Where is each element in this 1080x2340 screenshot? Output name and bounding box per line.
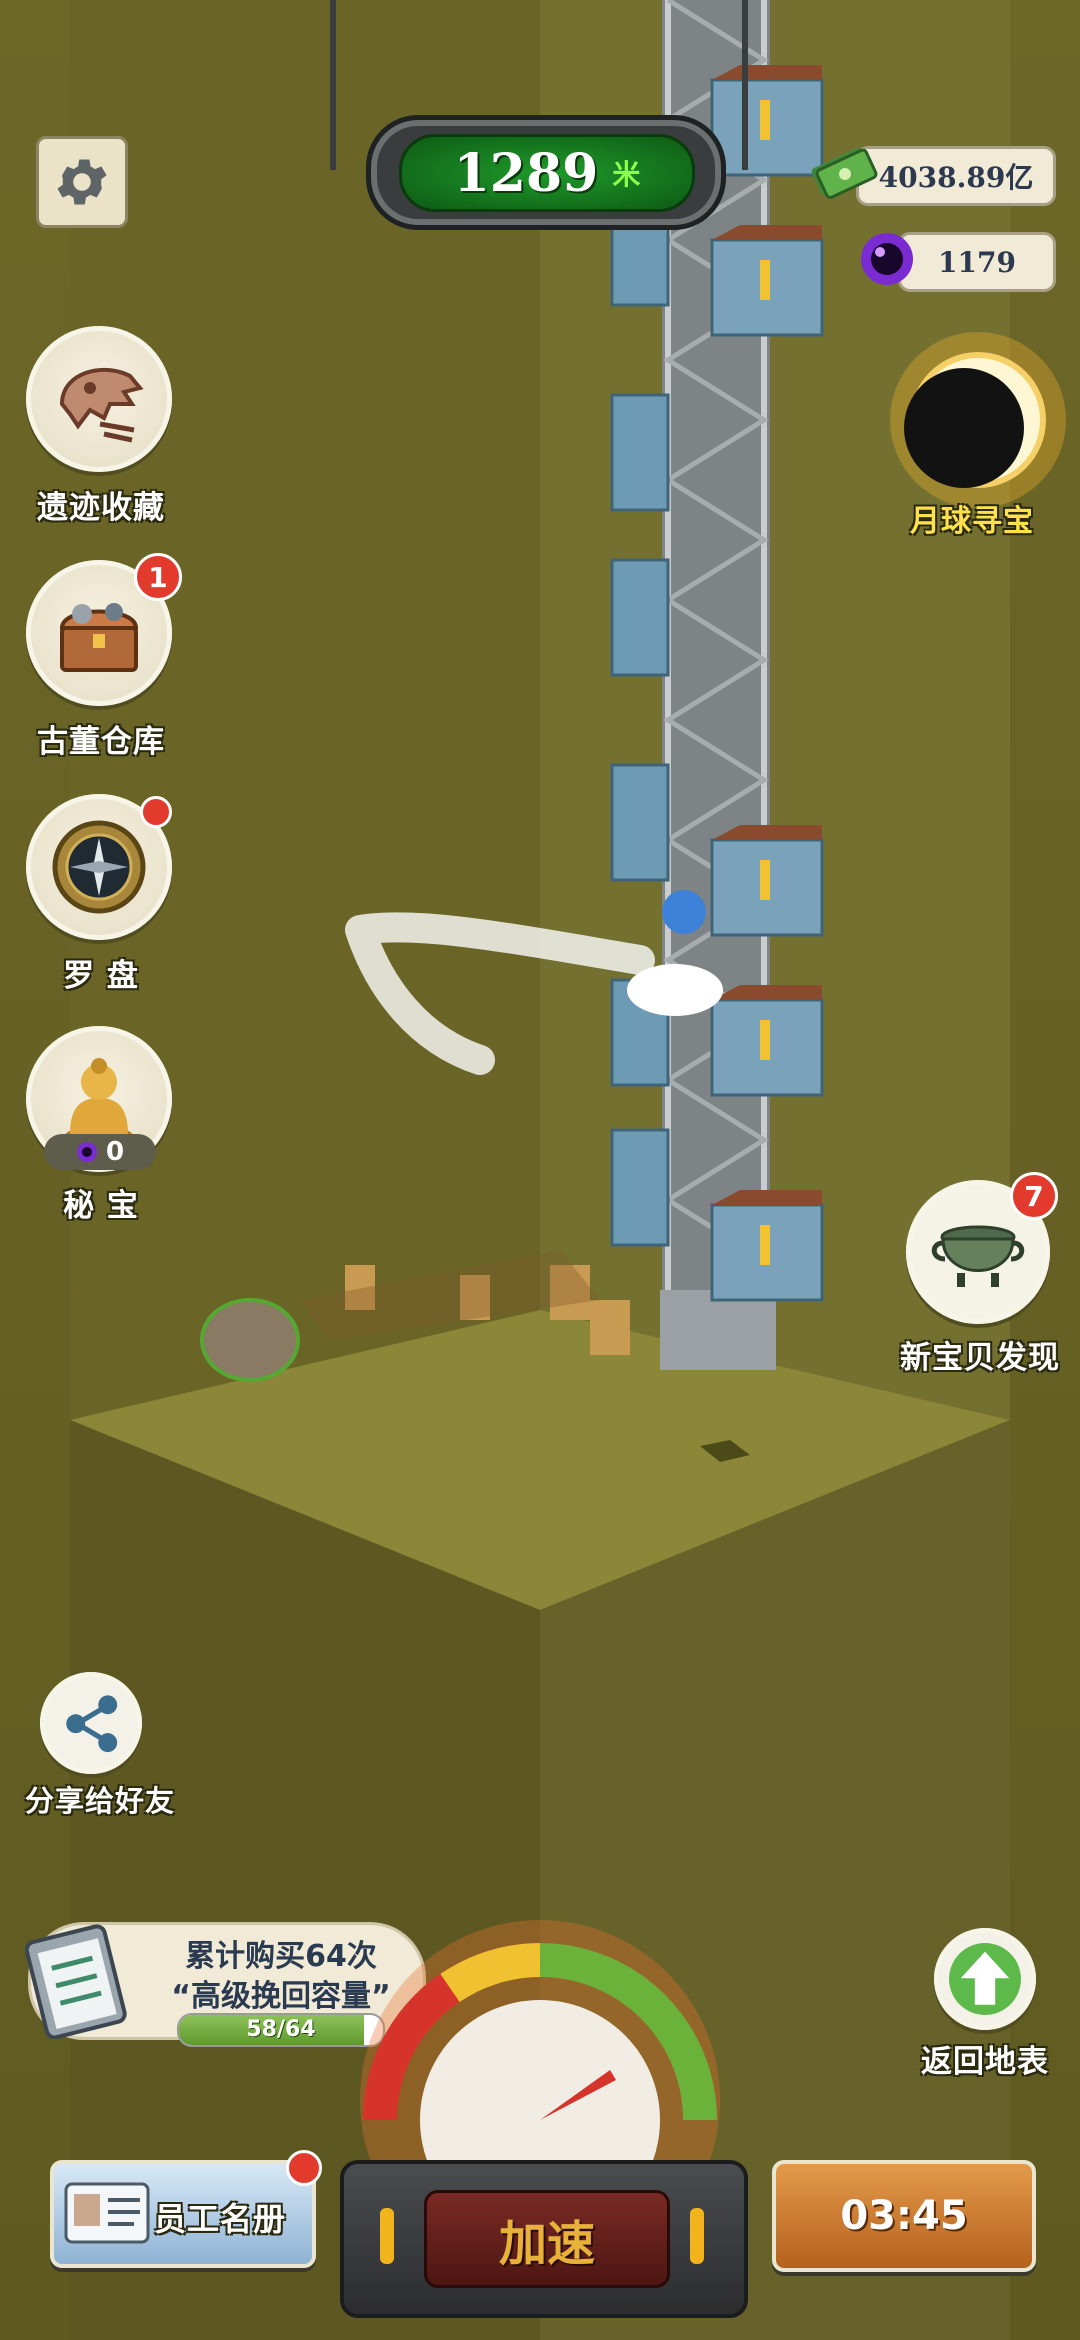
secret-treasure-count-pill: 0 <box>44 1134 156 1170</box>
timer-value: 03:45 <box>840 2193 968 2239</box>
right-warning-light <box>690 2208 704 2264</box>
settings-button[interactable] <box>36 136 128 228</box>
compass-label: 罗 盘 <box>63 958 139 994</box>
staff-roster-label: 员工名册 <box>154 2200 287 2238</box>
return-surface-button[interactable] <box>934 1928 1036 2030</box>
staff-roster-button[interactable]: 员工名册 <box>50 2160 316 2268</box>
dinosaur-fossil-icon <box>59 367 144 443</box>
compass-icon <box>52 820 146 914</box>
dark-orb-icon <box>76 1142 97 1162</box>
arrow-up-icon <box>949 1943 1021 2015</box>
clipboard-icon <box>25 1924 127 2039</box>
share-label: 分享给好友 <box>24 1784 175 1818</box>
speed-up-button[interactable]: 加速 <box>340 2160 748 2318</box>
speed-up-plate: 加速 <box>424 2190 670 2288</box>
eclipse-icon <box>890 332 1066 508</box>
new-treasure-label: 新宝贝发现 <box>900 1340 1060 1376</box>
gem-value: 1179 <box>938 245 1016 279</box>
depth-meter: 1289 米 <box>366 115 726 230</box>
speed-gauge <box>360 1920 720 2200</box>
speed-up-label: 加速 <box>498 2216 595 2272</box>
cash-stack-icon <box>811 148 878 199</box>
dark-orb-icon <box>861 233 913 285</box>
compass-notification-dot <box>140 796 172 828</box>
depth-value: 1289 <box>453 142 599 204</box>
secret-treasure-count: 0 <box>105 1137 125 1167</box>
gear-icon <box>57 159 107 205</box>
left-warning-light <box>380 2208 394 2264</box>
depth-unit: 米 <box>612 158 641 191</box>
return-surface-label: 返回地表 <box>921 2044 1049 2080</box>
secret-treasure-label: 秘 宝 <box>63 1188 139 1224</box>
bronze-cauldron-icon <box>931 1225 1025 1287</box>
gem-counter: 1179 <box>898 232 1056 292</box>
share-icon <box>66 1695 118 1753</box>
staff-roster-notification-dot <box>286 2150 322 2186</box>
timer-button[interactable]: 03:45 <box>772 2160 1036 2272</box>
antique-warehouse-label: 古董仓库 <box>37 724 165 760</box>
money-counter: 4038.89亿 <box>856 146 1056 206</box>
moon-treasure-button[interactable]: 月球寻宝 <box>880 328 1080 548</box>
money-value: 4038.89亿 <box>878 161 1034 194</box>
moon-treasure-label: 月球寻宝 <box>910 504 1034 539</box>
share-button[interactable] <box>40 1672 142 1774</box>
antique-warehouse-badge: 1 <box>134 553 182 601</box>
treasure-chest-icon <box>59 603 139 672</box>
relic-collection-button[interactable] <box>26 326 172 472</box>
new-treasure-badge: 7 <box>1010 1172 1058 1220</box>
relic-collection-label: 遗迹收藏 <box>37 490 165 526</box>
id-card-icon <box>64 2182 150 2244</box>
